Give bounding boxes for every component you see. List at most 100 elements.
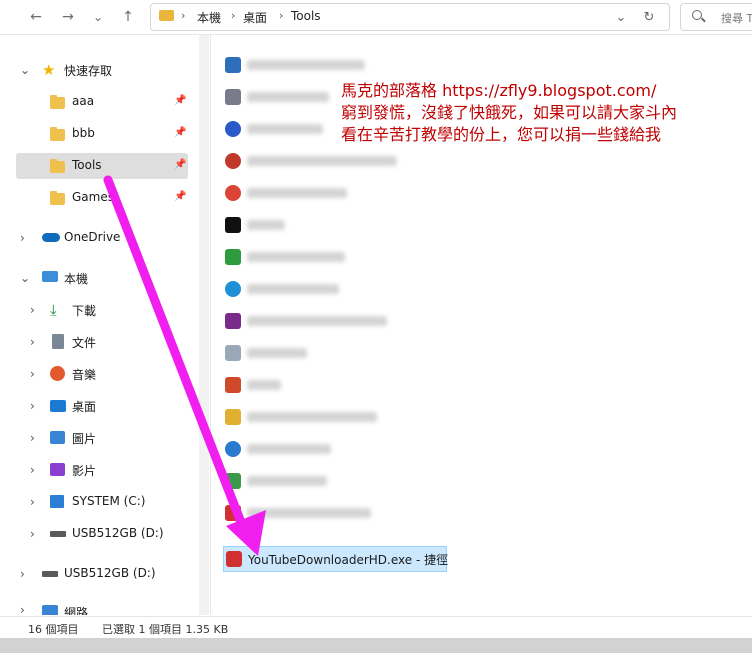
youtube-downloader-icon <box>226 551 242 567</box>
sidebar-item-label: bbb <box>72 126 95 140</box>
sidebar-item-documents[interactable]: › 文件 <box>16 329 188 355</box>
redacted-name <box>247 124 323 134</box>
list-item[interactable] <box>223 277 443 301</box>
up-icon[interactable]: ↑ <box>118 7 138 27</box>
chevron-down-icon[interactable]: ⌄ <box>20 64 32 76</box>
refresh-icon[interactable]: ↻ <box>637 4 661 30</box>
chevron-right-icon[interactable]: › <box>30 464 42 476</box>
list-item[interactable] <box>223 181 443 205</box>
redacted-name <box>247 156 397 166</box>
breadcrumb-pc[interactable]: 本機 <box>197 9 221 26</box>
chevron-right-icon[interactable]: › <box>20 568 32 580</box>
chevron-right-icon[interactable]: › <box>30 304 42 316</box>
sidebar-item-downloads[interactable]: › ⤓ 下載 <box>16 297 188 323</box>
sidebar-item-onedrive[interactable]: › OneDrive <box>16 225 188 251</box>
chevron-right-icon[interactable]: › <box>30 496 42 508</box>
download-icon: ⤓ <box>50 301 57 319</box>
search-icon <box>692 10 702 20</box>
sidebar-item-games[interactable]: Games 📌 <box>16 185 188 211</box>
sidebar-item-tools[interactable]: Tools 📌 <box>16 153 188 179</box>
list-item[interactable] <box>223 53 443 77</box>
app-icon <box>225 505 241 521</box>
forward-icon[interactable]: → <box>58 7 78 27</box>
list-item[interactable] <box>223 213 443 237</box>
cloud-icon <box>42 233 60 242</box>
window-bottom-edge <box>0 638 752 653</box>
redacted-name <box>247 220 285 230</box>
sidebar-item-bbb[interactable]: bbb 📌 <box>16 121 188 147</box>
chevron-right-icon[interactable]: › <box>20 604 32 615</box>
note-line: 看在辛苦打教學的份上，您可以捐一些錢給我 <box>341 125 662 144</box>
sidebar-item-quick-access[interactable]: ⌄ ★ 快速存取 <box>16 57 188 83</box>
sidebar-item-label: USB512GB (D:) <box>72 526 164 540</box>
redacted-name <box>247 412 377 422</box>
list-item[interactable] <box>223 149 443 173</box>
list-item[interactable] <box>223 501 443 525</box>
redacted-name <box>247 60 365 70</box>
sidebar-item-desktop[interactable]: › 桌面 <box>16 393 188 419</box>
app-icon <box>225 153 241 169</box>
list-item[interactable] <box>223 469 443 493</box>
music-icon <box>50 366 65 381</box>
pictures-icon <box>50 431 65 444</box>
breadcrumb-desktop[interactable]: 桌面 <box>243 9 267 26</box>
blog-note: 馬克的部落格 https://zfly9.blogspot.com/ 窮到發慌，… <box>341 80 677 146</box>
note-line: 窮到發慌，沒錢了快餓死，如果可以請大家斗內 <box>341 103 678 122</box>
sidebar-item-label: OneDrive <box>64 230 121 244</box>
recent-dropdown-icon[interactable]: ⌄ <box>88 7 108 27</box>
redacted-name <box>247 444 331 454</box>
breadcrumb-tools[interactable]: Tools <box>291 9 321 23</box>
chevron-right-icon[interactable]: › <box>30 528 42 540</box>
sidebar-item-music[interactable]: › 音樂 <box>16 361 188 387</box>
chevron-down-icon[interactable]: ⌄ <box>20 272 32 284</box>
notepad-icon <box>225 345 241 361</box>
sidebar-item-usb-d[interactable]: › USB512GB (D:) <box>16 521 188 547</box>
network-icon <box>42 605 58 615</box>
redacted-name <box>247 92 329 102</box>
list-item[interactable] <box>223 405 443 429</box>
sidebar-item-label: 下載 <box>72 304 97 318</box>
redacted-name <box>247 508 371 518</box>
sidebar-item-label: Games <box>72 190 114 204</box>
back-icon[interactable]: ← <box>26 7 46 27</box>
sidebar-item-aaa[interactable]: aaa 📌 <box>16 89 188 115</box>
folder-icon <box>50 159 65 173</box>
usb-drive-icon <box>50 531 66 537</box>
chevron-right-icon[interactable]: › <box>20 232 32 244</box>
address-bar[interactable]: › 本機 › 桌面 › Tools ⌄ ↻ <box>150 3 670 31</box>
chevron-right-icon[interactable]: › <box>30 432 42 444</box>
list-item-selected[interactable]: YouTubeDownloaderHD.exe - 捷徑 <box>223 546 448 572</box>
sidebar-item-label: 本機 <box>64 272 89 286</box>
note-line: 馬克的部落格 https://zfly9.blogspot.com/ <box>341 81 657 100</box>
list-item[interactable] <box>223 373 443 397</box>
sidebar-item-network[interactable]: › 網路 <box>16 597 188 615</box>
sidebar-item-videos[interactable]: › 影片 <box>16 457 188 483</box>
chevron-right-icon[interactable]: › <box>30 368 42 380</box>
redacted-name <box>247 380 281 390</box>
navigation-pane: ⌄ ★ 快速存取 aaa 📌 bbb 📌 Tools 📌 Games 📌 › O… <box>0 35 198 615</box>
search-box[interactable]: 搜尋 To <box>680 3 752 31</box>
list-item[interactable] <box>223 437 443 461</box>
sidebar-item-label: SYSTEM (C:) <box>72 494 146 508</box>
list-item[interactable] <box>223 245 443 269</box>
folder-icon <box>50 191 65 205</box>
folder-icon <box>50 127 65 141</box>
pin-icon: 📌 <box>174 127 187 138</box>
sidebar-item-this-pc[interactable]: ⌄ 本機 <box>16 265 188 291</box>
redacted-name <box>247 284 339 294</box>
redacted-name <box>247 476 327 486</box>
address-dropdown-icon[interactable]: ⌄ <box>611 4 631 30</box>
list-item[interactable] <box>223 341 443 365</box>
folder-icon <box>159 10 174 21</box>
selection-info: 已選取 1 個項目 1.35 KB <box>102 623 229 636</box>
sidebar-item-pictures[interactable]: › 圖片 <box>16 425 188 451</box>
redacted-name <box>247 348 307 358</box>
sidebar-scrollbar[interactable] <box>199 35 209 615</box>
chevron-right-icon[interactable]: › <box>30 400 42 412</box>
star-icon: ★ <box>42 61 56 79</box>
sidebar-item-system-c[interactable]: › SYSTEM (C:) <box>16 489 188 515</box>
chevron-right-icon[interactable]: › <box>30 336 42 348</box>
app-icon <box>225 313 241 329</box>
sidebar-item-usb[interactable]: › USB512GB (D:) <box>16 561 188 587</box>
list-item[interactable] <box>223 309 443 333</box>
